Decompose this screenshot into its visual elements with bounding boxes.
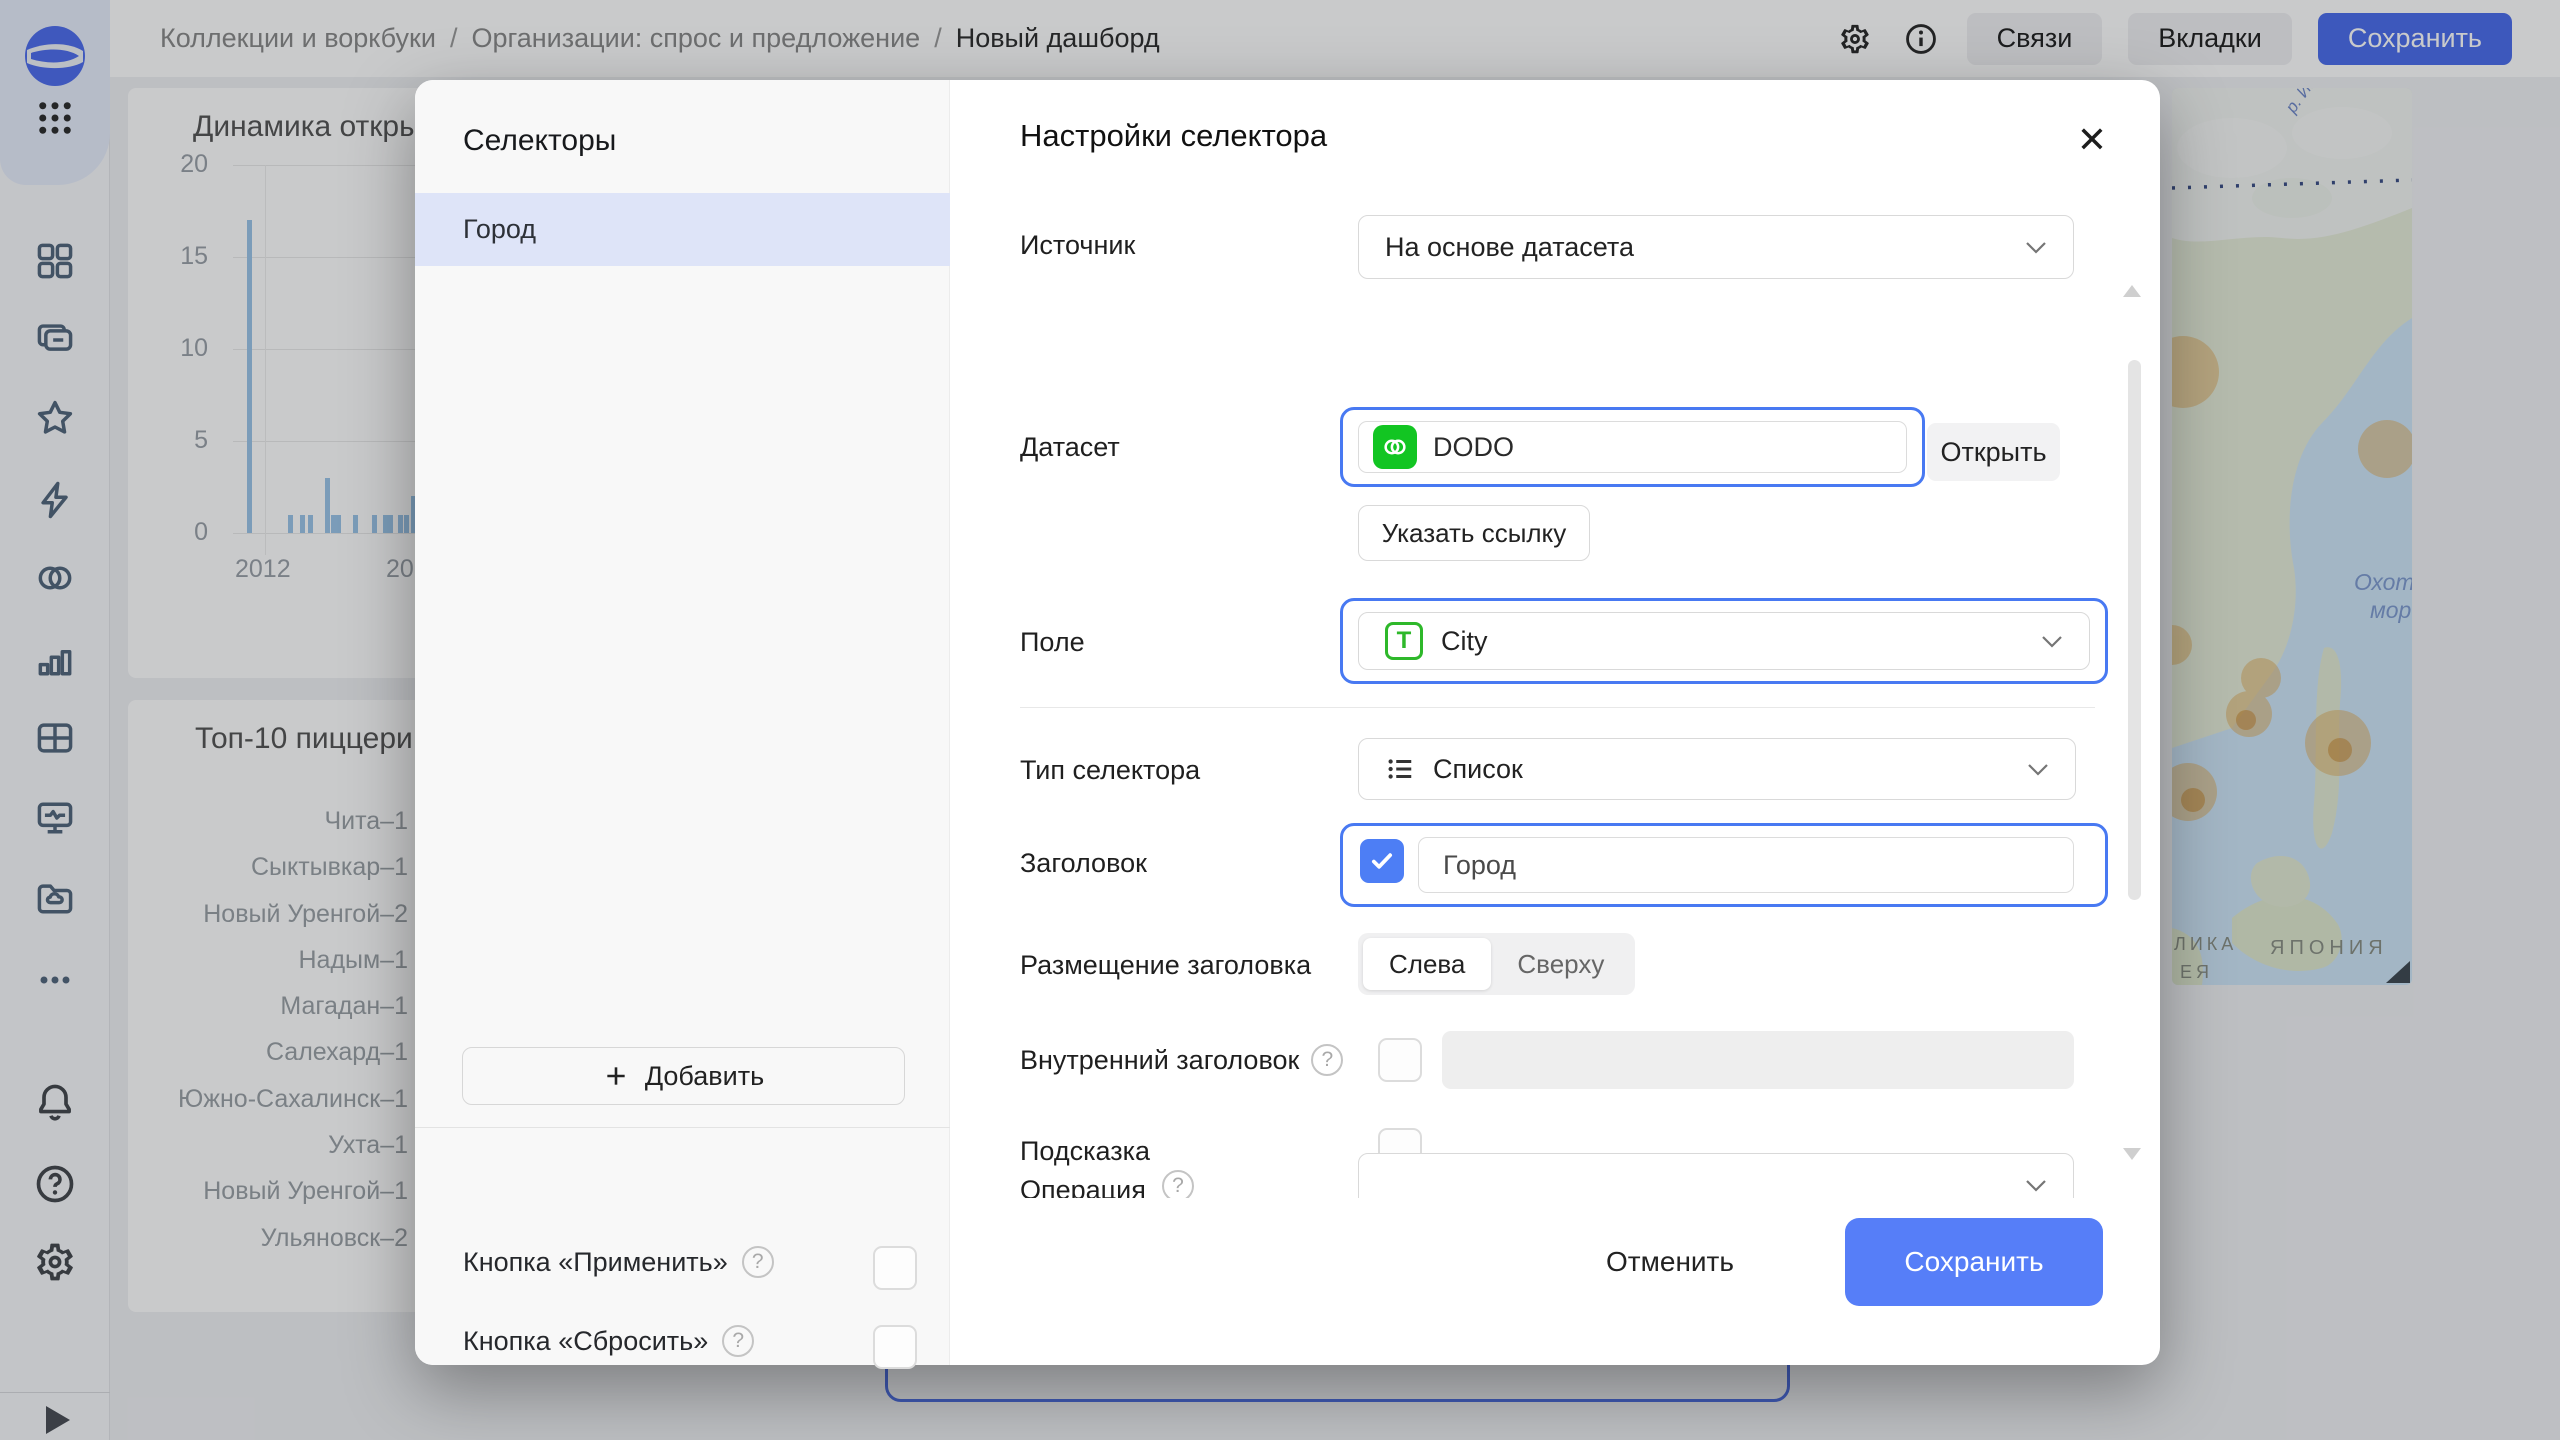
title-input[interactable]: Город	[1418, 837, 2074, 893]
plus-icon	[603, 1063, 629, 1089]
placement-label: Размещение заголовка	[1020, 950, 1311, 981]
reset-help-icon[interactable]: ?	[722, 1325, 754, 1357]
operation-select[interactable]	[1358, 1153, 2074, 1198]
apply-help-icon[interactable]: ?	[742, 1246, 774, 1278]
inner-title-label: Внутренний заголовок ?	[1020, 1044, 1343, 1076]
apply-button-row: Кнопка «Применить» ?	[463, 1246, 774, 1278]
placement-option-left[interactable]: Слева	[1363, 938, 1491, 990]
placement-segmented-control: Слева Сверху	[1358, 933, 1635, 995]
source-value: На основе датасета	[1385, 232, 1634, 263]
open-dataset-button[interactable]: Открыть	[1927, 423, 2060, 481]
close-icon[interactable]: ✕	[2068, 116, 2116, 164]
settings-divider	[1020, 707, 2095, 708]
selector-type-value: Список	[1433, 754, 1523, 785]
chevron-down-icon	[2041, 635, 2063, 648]
title-value: Город	[1443, 850, 1516, 881]
placement-option-top[interactable]: Сверху	[1491, 938, 1630, 990]
reset-button-label: Кнопка «Сбросить»	[463, 1326, 708, 1357]
selector-type-label: Тип селектора	[1020, 755, 1200, 786]
title-checkbox[interactable]	[1360, 839, 1404, 883]
left-panel-divider	[415, 1127, 950, 1128]
selector-type-select[interactable]: Список	[1358, 738, 2076, 800]
scrollbar-thumb[interactable]	[2128, 360, 2141, 900]
settings-panel: Настройки селектора ✕ Источник На основе…	[950, 80, 2160, 1365]
inner-title-checkbox[interactable]	[1378, 1038, 1422, 1082]
selector-list-item-gorod[interactable]: Город	[415, 193, 950, 266]
operation-help-icon[interactable]: ?	[1162, 1170, 1194, 1198]
reset-button-row: Кнопка «Сбросить» ?	[463, 1325, 754, 1357]
dialog-title: Настройки селектора	[1020, 118, 1327, 154]
selector-item-label: Город	[463, 214, 536, 245]
apply-button-label: Кнопка «Применить»	[463, 1247, 728, 1278]
dataset-icon	[1373, 425, 1417, 469]
add-selector-label: Добавить	[645, 1061, 764, 1092]
title-label: Заголовок	[1020, 848, 1147, 879]
chevron-down-icon	[2025, 241, 2047, 254]
hint-label: Подсказка	[1020, 1136, 1150, 1167]
screen: Коллекции и воркбуки / Организации: спро…	[0, 0, 2560, 1440]
inner-title-help-icon[interactable]: ?	[1311, 1044, 1343, 1076]
specify-link-button[interactable]: Указать ссылку	[1358, 505, 1590, 561]
selector-settings-dialog: Селекторы Город Добавить Кнопка «Примени…	[415, 80, 2160, 1365]
apply-button-checkbox[interactable]	[873, 1246, 917, 1290]
save-selector-button[interactable]: Сохранить	[1845, 1218, 2103, 1306]
field-select[interactable]: T City	[1358, 612, 2090, 670]
field-value: City	[1441, 626, 1488, 657]
scroll-up-arrow[interactable]	[2123, 285, 2141, 297]
field-label: Поле	[1020, 627, 1085, 658]
source-select[interactable]: На основе датасета	[1358, 215, 2074, 279]
chevron-down-icon	[2025, 1179, 2047, 1192]
scroll-down-arrow[interactable]	[2123, 1148, 2141, 1160]
selectors-panel: Селекторы Город Добавить Кнопка «Примени…	[415, 80, 950, 1365]
settings-scroll-area: Источник На основе датасета Датасет DODO…	[950, 180, 2160, 1198]
dataset-input[interactable]: DODO	[1358, 421, 1907, 473]
string-field-type-icon: T	[1385, 622, 1423, 660]
selectors-panel-title: Селекторы	[463, 124, 616, 158]
inner-title-input-disabled	[1442, 1031, 2074, 1089]
add-selector-button[interactable]: Добавить	[462, 1047, 905, 1105]
list-icon	[1385, 754, 1415, 784]
source-label: Источник	[1020, 230, 1135, 261]
dataset-name: DODO	[1433, 432, 1514, 463]
reset-button-checkbox[interactable]	[873, 1325, 917, 1369]
operation-help-row: ?	[1020, 1170, 1194, 1198]
check-icon	[1368, 847, 1396, 875]
inner-title-label-text: Внутренний заголовок	[1020, 1045, 1299, 1076]
dataset-label: Датасет	[1020, 432, 1120, 463]
chevron-down-icon	[2027, 763, 2049, 776]
cancel-button[interactable]: Отменить	[1590, 1230, 1750, 1294]
